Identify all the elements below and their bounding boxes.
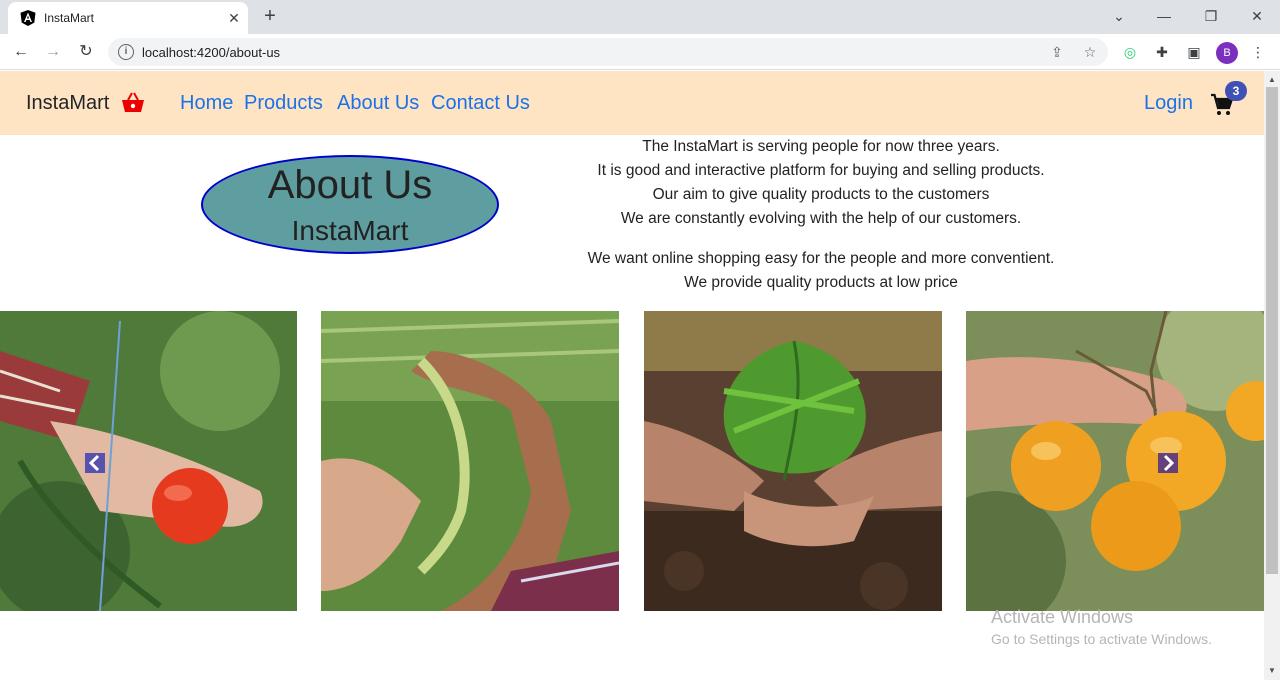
about-paragraph-1: The InstaMart is serving people for now …: [560, 135, 1082, 231]
side-panel-icon[interactable]: ▣: [1184, 42, 1204, 62]
carousel-slide-oranges: [966, 311, 1264, 611]
about-line: It is good and interactive platform for …: [597, 162, 1045, 179]
scroll-up-icon[interactable]: ▲: [1268, 75, 1276, 84]
nav-home[interactable]: Home: [180, 92, 233, 115]
scroll-down-icon[interactable]: ▼: [1268, 666, 1276, 675]
share-icon[interactable]: ⇪: [1048, 43, 1066, 61]
extensions-puzzle-icon[interactable]: ✚: [1152, 42, 1172, 62]
carousel-slide-seedling: [644, 311, 942, 611]
oranges-on-branch-image: [966, 311, 1264, 611]
nav-contact-us[interactable]: Contact Us: [431, 92, 530, 115]
basket-icon: [122, 92, 144, 112]
about-us-subtitle: InstaMart: [291, 215, 409, 246]
extension-circle-icon[interactable]: ◎: [1120, 42, 1140, 62]
url-text[interactable]: localhost:4200/about-us: [142, 45, 280, 60]
image-carousel: [0, 311, 1264, 611]
site-info-icon[interactable]: i: [118, 44, 134, 60]
angular-favicon-icon: [20, 10, 36, 26]
cart-count-badge: 3: [1225, 81, 1247, 101]
about-line: We are constantly evolving with the help…: [620, 210, 1022, 227]
new-tab-icon[interactable]: +: [260, 6, 280, 26]
about-line: The InstaMart is serving people for now …: [642, 138, 1000, 155]
nav-about-us[interactable]: About Us: [337, 92, 419, 115]
tab-search-icon[interactable]: ⌄: [1105, 4, 1133, 28]
minimize-icon[interactable]: —: [1150, 4, 1178, 28]
browser-toolbar: ← → ↻ i localhost:4200/about-us ⇪ ☆ ◎ ✚ …: [0, 34, 1280, 70]
seedling-in-soil-image: [644, 311, 942, 611]
rice-grain-image: [321, 311, 619, 611]
activate-windows-subtitle: Go to Settings to activate Windows.: [991, 631, 1212, 647]
carousel-slide-tomato: [0, 311, 297, 611]
carousel-slide-rice: [321, 311, 619, 611]
about-paragraph-2: We want online shopping easy for the peo…: [560, 247, 1082, 295]
bookmark-star-icon[interactable]: ☆: [1081, 43, 1099, 61]
profile-avatar[interactable]: B: [1216, 42, 1238, 64]
login-link[interactable]: Login: [1144, 92, 1193, 115]
tab-close-icon[interactable]: ✕: [224, 8, 244, 28]
about-us-ellipse: About Us InstaMart: [201, 155, 499, 254]
forward-icon[interactable]: →: [41, 40, 65, 64]
about-us-title: About Us: [267, 163, 433, 207]
brand-name[interactable]: InstaMart: [26, 92, 109, 115]
reload-icon[interactable]: ↻: [74, 40, 98, 64]
carousel-next-icon[interactable]: [1158, 453, 1178, 473]
about-line: We want online shopping easy for the peo…: [587, 250, 1055, 267]
back-icon[interactable]: ←: [9, 40, 33, 64]
activate-windows-title: Activate Windows: [991, 607, 1134, 627]
close-window-icon[interactable]: ✕: [1243, 4, 1271, 28]
menu-kebab-icon[interactable]: ⋮: [1248, 42, 1268, 62]
browser-tab-strip: InstaMart ✕ + ⌄ — ❐ ✕: [0, 0, 1280, 34]
site-navbar: InstaMart Home Products About Us Contact…: [0, 71, 1264, 135]
about-line: Our aim to give quality products to the …: [652, 186, 990, 203]
page-scrollbar[interactable]: ▲ ▼: [1264, 71, 1280, 680]
address-bar[interactable]: i localhost:4200/about-us ⇪ ☆: [108, 38, 1108, 66]
scroll-thumb[interactable]: [1266, 87, 1278, 574]
about-line: We provide quality products at low price: [684, 274, 958, 291]
page-viewport: InstaMart Home Products About Us Contact…: [0, 71, 1264, 680]
restore-icon[interactable]: ❐: [1197, 4, 1225, 28]
nav-products[interactable]: Products: [244, 92, 323, 115]
tab-title: InstaMart: [44, 11, 95, 25]
tomato-harvest-image: [0, 311, 297, 611]
carousel-prev-icon[interactable]: [85, 453, 105, 473]
browser-tab[interactable]: InstaMart ✕: [8, 2, 248, 34]
